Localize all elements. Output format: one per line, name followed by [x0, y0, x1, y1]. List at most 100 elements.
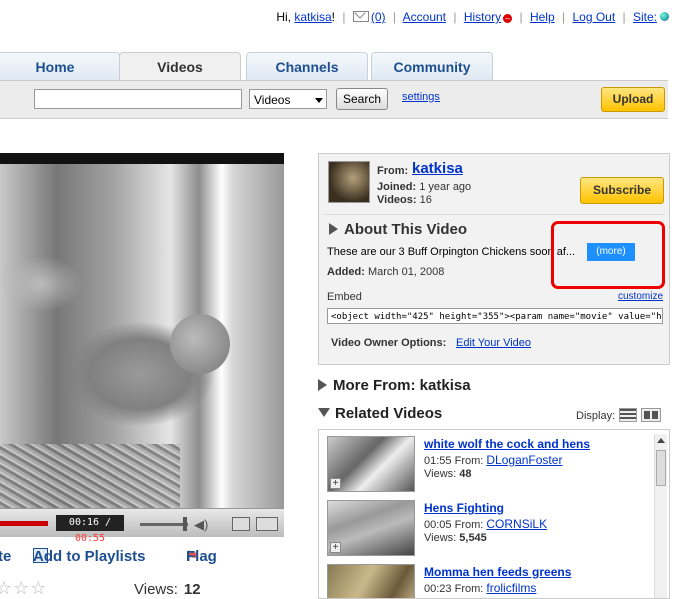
owner-options-label: Video Owner Options:	[331, 337, 447, 349]
account-link[interactable]: Account	[403, 10, 446, 24]
list-view-icon[interactable]	[619, 408, 637, 422]
flag-label: Flag	[186, 548, 217, 565]
current-time: 00:16	[68, 517, 100, 528]
rating-stars[interactable]: ☆☆☆	[0, 578, 47, 599]
search-settings-link[interactable]: settings	[402, 91, 440, 103]
video-description: These are our 3 Buff Orpington Chickens …	[327, 246, 576, 258]
history-link[interactable]: History	[464, 10, 501, 24]
scroll-up-icon[interactable]	[657, 438, 665, 443]
about-video-title: About This Video	[344, 221, 468, 238]
greeting-exclaim: !	[331, 10, 336, 24]
related-video-title[interactable]: Hens Fighting	[424, 501, 504, 515]
related-views-label: Views:	[424, 468, 457, 480]
related-video-meta: 00:23 From: frolicfilms	[424, 581, 536, 595]
related-video-views: Views: 5,545	[424, 532, 487, 544]
volume-slider[interactable]	[140, 523, 188, 526]
video-info-panel: From: katkisa Joined: 1 year ago Videos:…	[318, 153, 670, 365]
inbox-count-link[interactable]: (0)	[371, 10, 386, 24]
video-straw-shape	[0, 444, 180, 508]
tab-home[interactable]: Home	[0, 52, 120, 81]
related-videos-list: + white wolf the cock and hens 01:55 Fro…	[318, 429, 670, 599]
related-views-label: Views:	[424, 532, 457, 544]
video-player[interactable]	[0, 153, 284, 508]
list-item[interactable]: + white wolf the cock and hens 01:55 Fro…	[327, 436, 647, 496]
search-category-select[interactable]: Videos	[249, 89, 327, 109]
video-thumbnail[interactable]: +	[327, 436, 415, 492]
greeting-text: Hi,	[276, 10, 295, 24]
customize-embed-link[interactable]: customize	[618, 291, 663, 302]
plus-icon[interactable]: +	[330, 478, 341, 489]
list-item[interactable]: + Hens Fighting 00:05 From: CORNSiLK Vie…	[327, 500, 647, 560]
logout-link[interactable]: Log Out	[572, 10, 615, 24]
joined-value: 1 year ago	[419, 181, 472, 193]
avatar[interactable]	[328, 161, 370, 203]
related-scrollbar[interactable]	[654, 434, 667, 598]
divider	[323, 214, 665, 215]
time-display: 00:16 / 00:55	[56, 515, 124, 544]
progress-bar[interactable]	[0, 521, 48, 526]
highlight-annotation	[551, 221, 665, 289]
tab-videos[interactable]: Videos	[119, 52, 241, 82]
volume-knob[interactable]	[183, 517, 187, 531]
site-link[interactable]: Site:	[633, 10, 657, 24]
plus-icon[interactable]: +	[330, 542, 341, 553]
grid-view-icon[interactable]	[641, 408, 661, 422]
popout-button[interactable]	[232, 517, 250, 531]
related-video-meta: 01:55 From: DLoganFoster	[424, 453, 562, 467]
views-value: 12	[183, 581, 201, 598]
related-video-title[interactable]: white wolf the cock and hens	[424, 437, 590, 451]
views-label: Views:	[134, 581, 178, 598]
triangle-right-icon	[318, 379, 327, 391]
related-videos-toggle[interactable]: Related Videos	[318, 405, 442, 422]
video-frame[interactable]	[0, 164, 284, 508]
related-user-link[interactable]: CORNSiLK	[486, 517, 547, 531]
related-video-title[interactable]: Momma hen feeds greens	[424, 565, 571, 579]
embed-code-field[interactable]: <object width="425" height="355"><param …	[327, 308, 663, 324]
edit-video-link[interactable]: Edit Your Video	[456, 337, 531, 349]
embed-label: Embed	[327, 291, 362, 303]
related-video-meta: 00:05 From: CORNSiLK	[424, 517, 547, 531]
related-user-link[interactable]: frolicfilms	[486, 581, 536, 595]
globe-icon[interactable]	[660, 12, 669, 21]
display-label: Display:	[576, 410, 616, 422]
related-from-label: From:	[454, 583, 484, 595]
about-video-toggle[interactable]: About This Video	[329, 221, 467, 238]
more-from-toggle[interactable]: More From: katkisa	[318, 377, 471, 394]
duration-time: 00:55	[74, 533, 106, 544]
separator: |	[562, 10, 566, 24]
history-clear-icon[interactable]: –	[503, 14, 513, 23]
tab-community[interactable]: Community	[371, 52, 493, 81]
separator: |	[392, 10, 396, 24]
related-video-duration: 00:23	[424, 583, 452, 595]
scroll-thumb[interactable]	[656, 450, 666, 486]
added-date: Added: March 01, 2008	[327, 266, 444, 278]
joined-label: Joined:	[377, 181, 417, 193]
from-label: From:	[377, 165, 409, 177]
username-link[interactable]: katkisa	[294, 10, 331, 24]
related-user-link[interactable]: DLoganFoster	[486, 453, 562, 467]
player-controls: 00:16 / 00:55 ◀)	[0, 508, 284, 544]
rate-link[interactable]: te	[0, 548, 11, 565]
video-thumbnail[interactable]: +	[327, 500, 415, 556]
tab-channels[interactable]: Channels	[246, 52, 368, 81]
related-video-duration: 01:55	[424, 455, 452, 467]
chevron-down-icon	[315, 98, 323, 103]
search-input[interactable]	[34, 89, 242, 109]
from-user-link[interactable]: katkisa	[412, 160, 463, 177]
envelope-icon[interactable]	[352, 11, 369, 22]
video-hen-shape	[170, 314, 230, 374]
help-link[interactable]: Help	[530, 10, 555, 24]
videos-label: Videos:	[377, 194, 417, 206]
subscribe-button[interactable]: Subscribe	[580, 177, 664, 204]
views-count: Views: 12	[134, 581, 201, 598]
videos-value: 16	[419, 194, 432, 206]
upload-button[interactable]: Upload	[601, 87, 665, 112]
related-video-views: Views: 48	[424, 468, 472, 480]
videos-count-info: Videos: 16	[377, 194, 432, 206]
related-from-label: From:	[454, 519, 484, 531]
separator: |	[453, 10, 457, 24]
added-value: March 01, 2008	[367, 266, 445, 278]
fullscreen-button[interactable]	[256, 517, 278, 531]
search-button[interactable]: Search	[336, 88, 388, 110]
speaker-icon[interactable]: ◀)	[194, 517, 208, 533]
